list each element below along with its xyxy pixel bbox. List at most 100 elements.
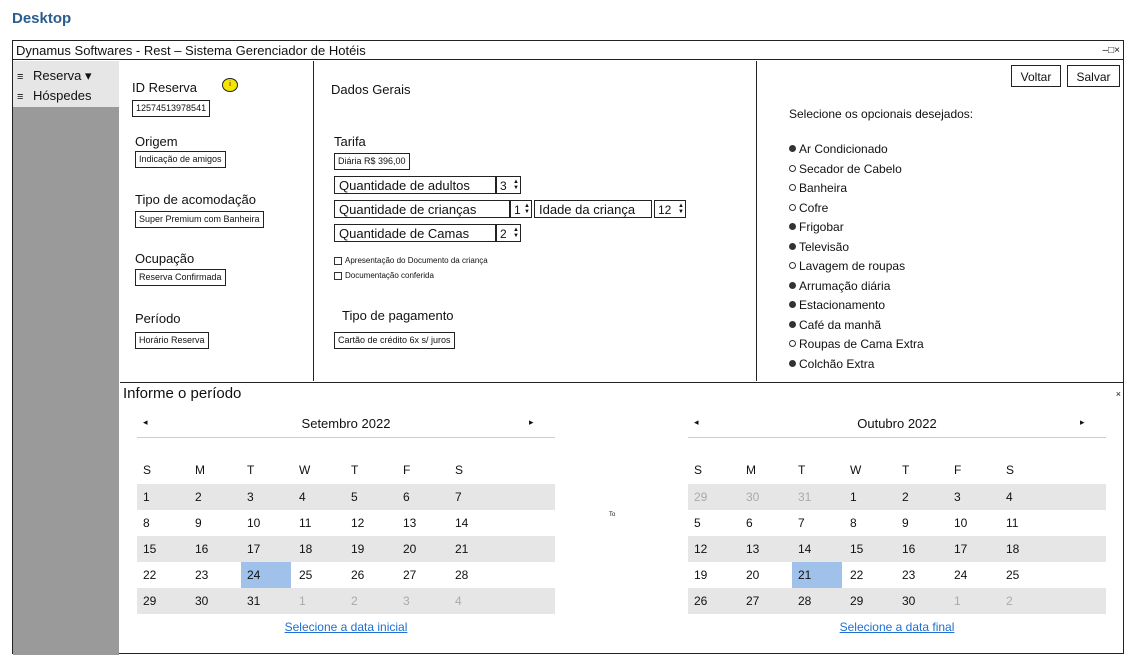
calendar-day[interactable]: 1	[293, 588, 343, 614]
calendar-day[interactable]: 25	[1000, 562, 1050, 588]
calendar-day[interactable]: 27	[397, 562, 447, 588]
radio-selected-icon[interactable]	[789, 320, 796, 328]
calendar-day[interactable]: 18	[293, 536, 343, 562]
opcional-radio[interactable]: Estacionamento	[789, 298, 885, 312]
opcional-radio[interactable]: Arrumação diária	[789, 279, 890, 293]
calendar-day[interactable]: 22	[137, 562, 187, 588]
calendar-day[interactable]: 1	[948, 588, 998, 614]
calendar-day[interactable]: 31	[792, 484, 842, 510]
calendar-day[interactable]: 29	[688, 484, 738, 510]
opcional-radio[interactable]: Banheira	[789, 181, 847, 195]
calendar-day[interactable]: 9	[189, 510, 239, 536]
opcional-radio[interactable]: Ar Condicionado	[789, 142, 888, 156]
calendar-day[interactable]: 7	[792, 510, 842, 536]
radio-selected-icon[interactable]	[789, 145, 796, 153]
calendar-day[interactable]: 3	[948, 484, 998, 510]
sidebar-item-reserva[interactable]: ≡ Reserva ▾	[17, 68, 92, 84]
radio-selected-icon[interactable]	[789, 359, 796, 367]
prev-month-icon[interactable]: ◂	[694, 417, 699, 428]
periodo-field[interactable]: Horário Reserva	[135, 332, 209, 349]
radio-selected-icon[interactable]	[789, 281, 796, 289]
calendar-day[interactable]: 21	[449, 536, 499, 562]
calendar-day[interactable]: 3	[397, 588, 447, 614]
spinner-arrows-icon[interactable]: ▲ ▼	[678, 203, 684, 215]
calendar-day[interactable]: 30	[896, 588, 946, 614]
spinner-arrows-icon[interactable]: ▲ ▼	[524, 203, 530, 215]
calendar-day[interactable]: 4	[293, 484, 343, 510]
calendar-day[interactable]: 13	[397, 510, 447, 536]
calendar-day[interactable]: 13	[740, 536, 790, 562]
calendar-day[interactable]: 5	[688, 510, 738, 536]
calendar-day[interactable]: 7	[449, 484, 499, 510]
calendar-day[interactable]: 31	[241, 588, 291, 614]
radio-unselected-icon[interactable]	[789, 164, 796, 172]
calendar-day[interactable]: 4	[1000, 484, 1050, 510]
calendar-day[interactable]: 10	[948, 510, 998, 536]
close-icon[interactable]: ×	[1116, 383, 1121, 405]
checkbox-documento-crianca[interactable]: Apresentação do Documento da criança	[334, 256, 488, 265]
opcional-radio[interactable]: Frigobar	[789, 220, 844, 234]
prev-month-icon[interactable]: ◂	[143, 417, 148, 428]
calendar-day[interactable]: 10	[241, 510, 291, 536]
calendar-day[interactable]: 16	[896, 536, 946, 562]
calendar-day[interactable]: 20	[397, 536, 447, 562]
salvar-button[interactable]: Salvar	[1067, 65, 1120, 87]
origem-field[interactable]: Indicação de amigos	[135, 151, 226, 168]
opcional-radio[interactable]: Secador de Cabelo	[789, 162, 902, 176]
calendar-day[interactable]: 14	[449, 510, 499, 536]
calendar-day[interactable]: 19	[688, 562, 738, 588]
calendar-day-selected[interactable]: 24	[241, 562, 291, 588]
calendar-day[interactable]: 30	[189, 588, 239, 614]
radio-selected-icon[interactable]	[789, 223, 796, 231]
ocupacao-field[interactable]: Reserva Confirmada	[135, 269, 226, 286]
opcional-radio[interactable]: Lavagem de roupas	[789, 259, 905, 273]
id-reserva-field[interactable]: 12574513978541	[132, 100, 211, 117]
calendar-day[interactable]: 1	[844, 484, 894, 510]
checkbox-icon[interactable]	[334, 271, 342, 280]
tarifa-field[interactable]: Diária R$ 396,00	[334, 153, 410, 170]
opcional-radio[interactable]: Roupas de Cama Extra	[789, 337, 924, 351]
checkbox-icon[interactable]	[334, 256, 342, 265]
radio-unselected-icon[interactable]	[789, 184, 796, 192]
criancas-stepper[interactable]: Quantidade de crianças 1 ▲ ▼ Idade da cria…	[334, 200, 714, 220]
calendar-day[interactable]: 5	[345, 484, 395, 510]
calendar-day[interactable]: 15	[844, 536, 894, 562]
criancas-value[interactable]: 1 ▲ ▼	[510, 200, 532, 218]
calendar-day[interactable]: 12	[688, 536, 738, 562]
calendar-day[interactable]: 29	[137, 588, 187, 614]
calendar-day[interactable]: 25	[293, 562, 343, 588]
calendar-day[interactable]: 2	[1000, 588, 1050, 614]
calendar-day[interactable]: 27	[740, 588, 790, 614]
pagamento-field[interactable]: Cartão de crédito 6x s/ juros	[334, 332, 455, 349]
calendar-day[interactable]: 11	[1000, 510, 1050, 536]
calendar-day[interactable]: 17	[241, 536, 291, 562]
radio-unselected-icon[interactable]	[789, 203, 796, 211]
calendar-day-selected[interactable]: 21	[792, 562, 842, 588]
opcional-radio[interactable]: Televisão	[789, 240, 849, 254]
calendar-day[interactable]: 22	[844, 562, 894, 588]
select-start-date-link[interactable]: Selecione a data inicial	[137, 620, 555, 634]
calendar-day[interactable]: 1	[137, 484, 187, 510]
calendar-day[interactable]: 23	[896, 562, 946, 588]
adultos-stepper[interactable]: Quantidade de adultos 3 ▲ ▼	[334, 176, 534, 196]
calendar-day[interactable]: 28	[449, 562, 499, 588]
calendar-day[interactable]: 11	[293, 510, 343, 536]
opcional-radio[interactable]: Cofre	[789, 201, 828, 215]
calendar-day[interactable]: 14	[792, 536, 842, 562]
calendar-day[interactable]: 2	[896, 484, 946, 510]
radio-selected-icon[interactable]	[789, 301, 796, 309]
next-month-icon[interactable]: ▸	[529, 417, 534, 428]
calendar-day[interactable]: 6	[397, 484, 447, 510]
adultos-value[interactable]: 3 ▲ ▼	[496, 176, 521, 194]
calendar-day[interactable]: 28	[792, 588, 842, 614]
sidebar-item-hospedes[interactable]: ≡ Hóspedes	[17, 88, 92, 103]
calendar-day[interactable]: 24	[948, 562, 998, 588]
calendar-day[interactable]: 16	[189, 536, 239, 562]
next-month-icon[interactable]: ▸	[1080, 417, 1085, 428]
select-end-date-link[interactable]: Selecione a data final	[688, 620, 1106, 634]
tipo-acomodacao-field[interactable]: Super Premium com Banheira	[135, 211, 264, 228]
calendar-day[interactable]: 23	[189, 562, 239, 588]
calendar-day[interactable]: 8	[137, 510, 187, 536]
calendar-day[interactable]: 17	[948, 536, 998, 562]
calendar-day[interactable]: 19	[345, 536, 395, 562]
